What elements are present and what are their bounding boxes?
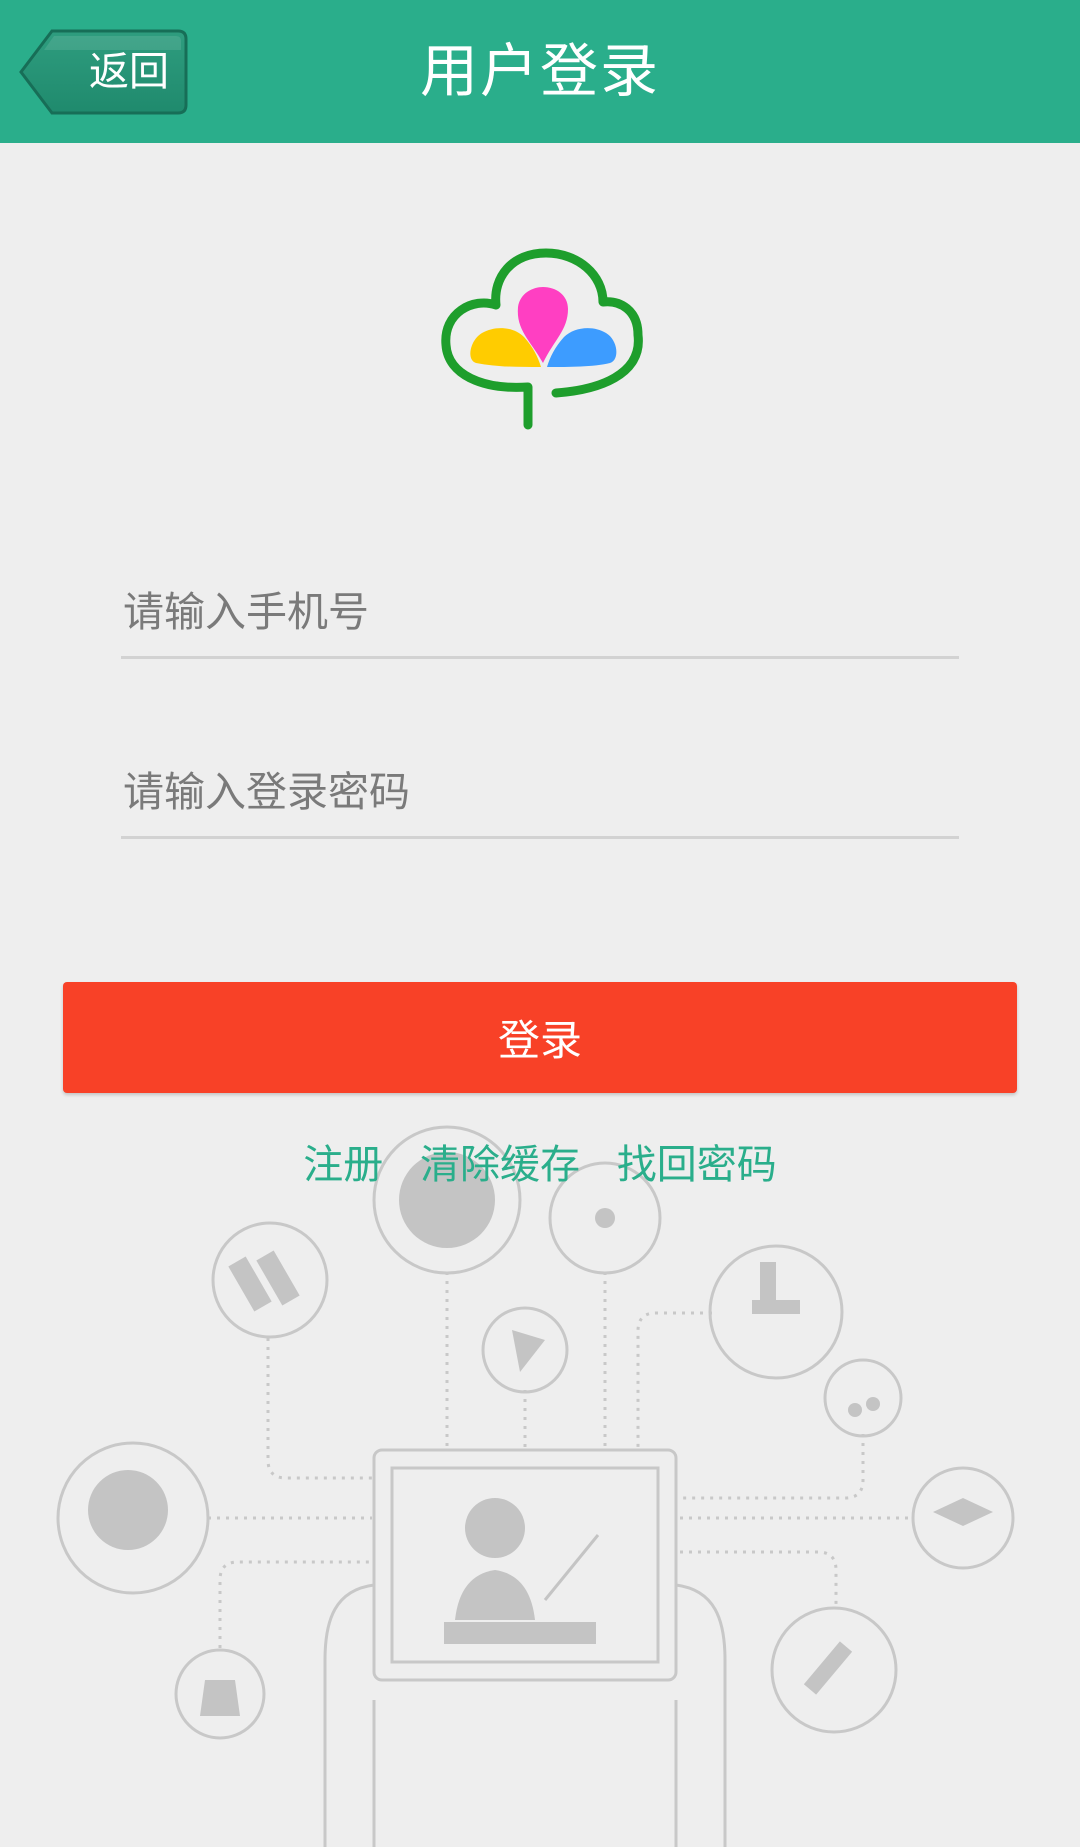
clear-cache-link[interactable]: 清除缓存 — [420, 1142, 580, 1188]
phone-field-container — [121, 572, 963, 659]
password-field-container — [121, 752, 963, 839]
phone-input[interactable] — [121, 572, 963, 652]
app-logo — [438, 245, 648, 434]
back-button-label: 返回 — [89, 49, 169, 95]
find-password-link[interactable]: 找回密码 — [617, 1142, 777, 1188]
education-illustration — [56, 1125, 1015, 1847]
auxiliary-links: 注册 清除缓存 找回密码 — [0, 1132, 1080, 1192]
back-button[interactable]: 返回 — [18, 28, 188, 116]
login-button[interactable]: 登录 — [63, 982, 1017, 1093]
register-link[interactable]: 注册 — [303, 1142, 383, 1188]
music-note-icon — [823, 1358, 903, 1438]
header-bar: 用户登录 返回 — [0, 0, 1080, 143]
password-input[interactable] — [121, 752, 963, 832]
